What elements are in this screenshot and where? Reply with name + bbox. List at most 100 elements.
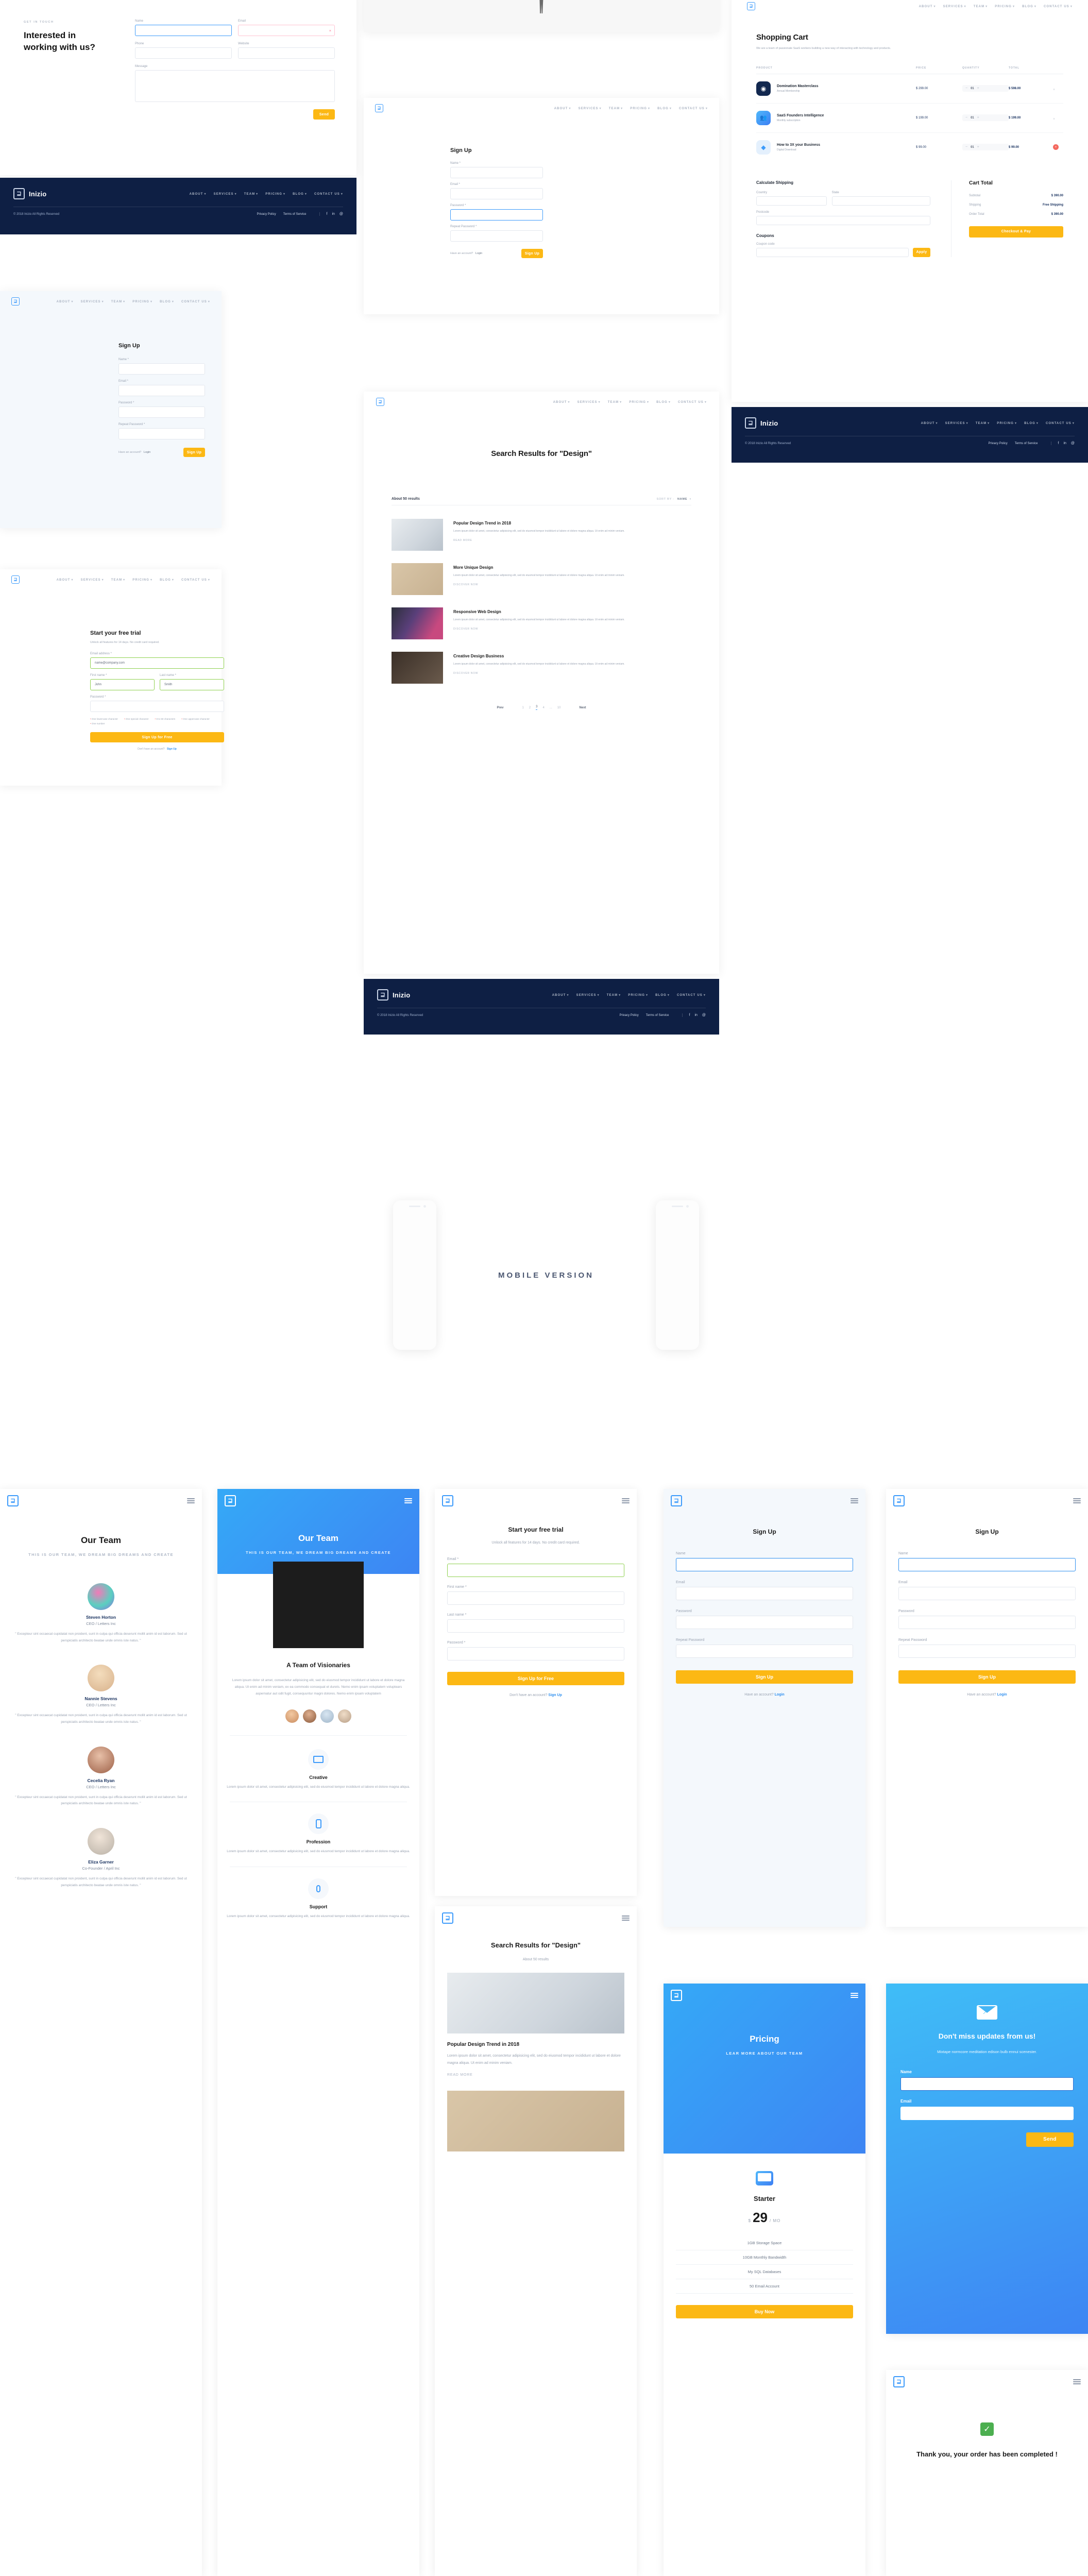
nav-item-blog[interactable]: BLOG ▾ — [1022, 5, 1036, 8]
nav-item-services[interactable]: SERVICES ▾ — [214, 192, 237, 196]
nav-item-blog[interactable]: BLOG ▾ — [655, 993, 670, 997]
apply-coupon-button[interactable]: Apply — [913, 247, 930, 257]
nav-item-pricing[interactable]: PRICING ▾ — [630, 107, 650, 110]
nav-item-blog[interactable]: BLOG ▾ — [293, 192, 307, 196]
footer-brand[interactable]: ⊒ Inizio — [745, 417, 778, 429]
menu-icon[interactable] — [1073, 2379, 1081, 2385]
plus-icon[interactable]: + — [977, 145, 979, 149]
nav-item-services[interactable]: SERVICES ▾ — [577, 400, 601, 404]
footer-brand[interactable]: ⊒ Inizio — [13, 188, 46, 199]
pagination-page-2[interactable]: 2 — [529, 706, 531, 709]
menu-icon[interactable] — [851, 1992, 858, 1998]
dribbble-icon[interactable]: @ — [339, 212, 343, 216]
nav-item-contact[interactable]: CONTACT US ▾ — [1044, 5, 1073, 8]
menu-icon[interactable] — [851, 1498, 858, 1504]
nav-item-team[interactable]: TEAM ▾ — [244, 192, 259, 196]
m-trial-email-input[interactable] — [447, 1564, 624, 1578]
minus-icon[interactable]: − — [965, 116, 967, 120]
menu-icon[interactable] — [622, 1915, 630, 1921]
linkedin-icon[interactable]: in — [694, 1013, 697, 1017]
trial-first-input[interactable]: John — [90, 679, 155, 690]
m-trial-first-input[interactable] — [447, 1591, 624, 1605]
nav-item-blog[interactable]: BLOG ▾ — [656, 400, 671, 404]
signup-nav[interactable]: ABOUT ▾ SERVICES ▾ TEAM ▾ PRICING ▾ BLOG ▾ CO… — [57, 300, 210, 303]
m-trial-last-input[interactable] — [447, 1619, 624, 1633]
quantity-stepper[interactable]: − 01 + — [962, 144, 1009, 151]
pagination-prev[interactable]: Prev — [497, 706, 503, 709]
m-signup-a-submit-button[interactable]: Sign Up — [676, 1670, 853, 1684]
nav-item-about[interactable]: ABOUT ▾ — [554, 107, 571, 110]
nav-item-services[interactable]: SERVICES ▾ — [576, 993, 600, 997]
footer-nav[interactable]: ABOUT ▾ SERVICES ▾ TEAM ▾ PRICING ▾ BLOG ▾ CO… — [552, 993, 706, 997]
nav-item-about[interactable]: ABOUT ▾ — [190, 192, 207, 196]
signup-name-input[interactable] — [118, 363, 205, 375]
phone-input[interactable] — [135, 47, 232, 59]
dribbble-icon[interactable]: @ — [1071, 442, 1075, 445]
search-result-item[interactable]: Responsive Web Design Lorem ipsum dolor … — [364, 595, 719, 639]
nav-item-services[interactable]: SERVICES ▾ — [945, 421, 968, 425]
cart-nav[interactable]: ABOUT ▾ SERVICES ▾ TEAM ▾ PRICING ▾ BLOG ▾ CO… — [919, 5, 1073, 8]
nav-item-contact[interactable]: CONTACT US ▾ — [679, 107, 708, 110]
newsletter-name-input[interactable] — [900, 2077, 1074, 2091]
trial-email-input[interactable]: name@company.com — [90, 657, 224, 669]
m-trial-signup-link[interactable]: Sign Up — [548, 1693, 562, 1697]
signup-submit-button[interactable]: Sign Up — [183, 448, 205, 457]
email-input[interactable] — [238, 25, 335, 36]
trial-signup-link[interactable]: Sign Up — [167, 748, 177, 751]
nav-item-contact[interactable]: CONTACT US ▾ — [181, 300, 210, 303]
nav-item-blog[interactable]: BLOG ▾ — [160, 578, 174, 582]
nav-item-contact[interactable]: CONTACT US ▾ — [314, 192, 343, 196]
nav-item-pricing[interactable]: PRICING ▾ — [997, 421, 1017, 425]
footer-nav[interactable]: ABOUT ▾ SERVICES ▾ TEAM ▾ PRICING ▾ BLOG ▾ CO… — [190, 192, 343, 196]
nav-item-about[interactable]: ABOUT ▾ — [552, 993, 569, 997]
nav-item-services[interactable]: SERVICES ▾ — [81, 300, 104, 303]
nav-item-contact[interactable]: CONTACT US ▾ — [678, 400, 707, 404]
m-trial-password-input[interactable] — [447, 1647, 624, 1661]
nav-item-blog[interactable]: BLOG ▾ — [657, 107, 672, 110]
footer-brand[interactable]: ⊒ Inizio — [377, 989, 410, 1001]
nav-item-pricing[interactable]: PRICING ▾ — [132, 300, 152, 303]
signup-c-password-input[interactable] — [450, 209, 543, 221]
trial-password-input[interactable] — [90, 701, 224, 712]
m-signup-a-repeat-input[interactable] — [676, 1645, 853, 1658]
result-cta[interactable]: DISCOVER NOW — [453, 672, 478, 675]
search-nav[interactable]: ABOUT ▾ SERVICES ▾ TEAM ▾ PRICING ▾ BLOG ▾ CO… — [553, 400, 707, 404]
signup-centered-nav[interactable]: ABOUT ▾ SERVICES ▾ TEAM ▾ PRICING ▾ BLOG ▾ CO… — [554, 107, 708, 110]
footer-terms-link[interactable]: Terms of Service — [646, 1014, 669, 1017]
nav-item-team[interactable]: TEAM ▾ — [111, 578, 126, 582]
remove-item-icon[interactable]: × — [1053, 117, 1055, 121]
m-signup-a-password-input[interactable] — [676, 1616, 853, 1629]
m-signup-a-name-input[interactable] — [676, 1558, 853, 1571]
state-input[interactable] — [831, 196, 930, 206]
newsletter-email-input[interactable] — [900, 2106, 1074, 2120]
pagination-next[interactable]: Next — [580, 706, 586, 709]
nav-item-team[interactable]: TEAM ▾ — [609, 107, 623, 110]
nav-item-pricing[interactable]: PRICING ▾ — [995, 5, 1015, 8]
signup-c-repeat-input[interactable] — [450, 230, 543, 242]
nav-item-team[interactable]: TEAM ▾ — [608, 400, 622, 404]
signup-c-name-input[interactable] — [450, 167, 543, 178]
nav-item-services[interactable]: SERVICES ▾ — [81, 578, 104, 582]
quantity-stepper[interactable]: − 01 + — [962, 114, 1009, 122]
coupon-input[interactable] — [756, 247, 909, 257]
pagination-page-4[interactable]: 4 — [542, 706, 544, 709]
country-input[interactable] — [756, 196, 827, 206]
message-textarea[interactable] — [135, 70, 335, 102]
send-button[interactable]: Send — [313, 109, 335, 120]
sort-control[interactable]: SORT BY : NAME ▾ — [657, 498, 691, 501]
minus-icon[interactable]: − — [965, 145, 967, 149]
m-signup-b-submit-button[interactable]: Sign Up — [898, 1670, 1076, 1684]
footer-privacy-link[interactable]: Privacy Policy — [257, 213, 276, 216]
nav-item-blog[interactable]: BLOG ▾ — [160, 300, 174, 303]
m-signup-a-email-input[interactable] — [676, 1587, 853, 1600]
trial-last-input[interactable]: Smith — [160, 679, 224, 690]
quantity-stepper[interactable]: − 01 + — [962, 85, 1009, 92]
linkedin-icon[interactable]: in — [1063, 442, 1066, 445]
trial-nav[interactable]: ABOUT ▾ SERVICES ▾ TEAM ▾ PRICING ▾ BLOG ▾ CO… — [57, 578, 210, 582]
nav-item-services[interactable]: SERVICES ▾ — [579, 107, 602, 110]
menu-icon[interactable] — [1073, 1498, 1081, 1504]
nav-item-pricing[interactable]: PRICING ▾ — [265, 192, 285, 196]
checkout-button[interactable]: Checkout & Pay — [969, 226, 1063, 238]
search-result-item[interactable]: More Unique Design Lorem ipsum dolor sit… — [364, 551, 719, 595]
facebook-icon[interactable]: f — [326, 212, 327, 216]
